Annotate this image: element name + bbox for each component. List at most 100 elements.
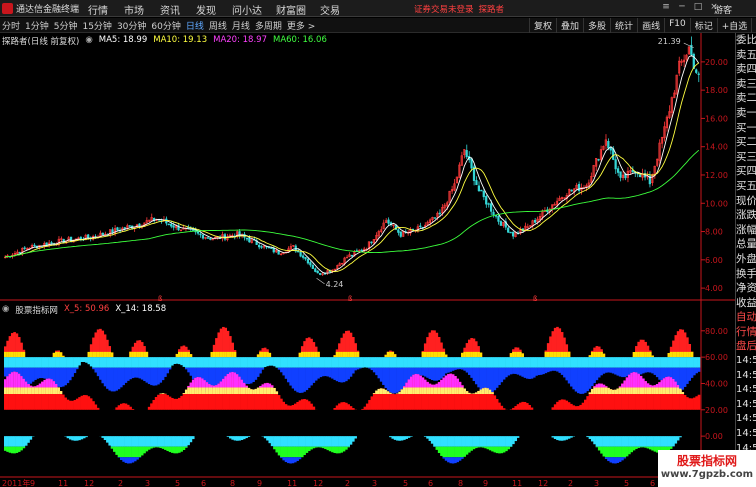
window-controls: ≡ ─ □ × — [660, 1, 720, 14]
period-tab[interactable]: 60分钟 — [151, 19, 180, 32]
indicator-bar — [122, 357, 125, 368]
indicator-bar — [676, 436, 680, 441]
side-panel-item[interactable]: 盘后 — [736, 339, 756, 354]
side-panel-item[interactable]: 自动 — [736, 310, 756, 325]
side-panel-item[interactable]: 14:50 — [736, 369, 756, 384]
toolbar-button[interactable]: 叠加 — [556, 18, 583, 33]
toolbar-button[interactable]: F10 — [664, 18, 690, 33]
period-tab[interactable]: 周线 — [209, 19, 227, 32]
side-panel-item[interactable]: 买四 — [736, 164, 756, 179]
side-panel-item[interactable]: 14:50 — [736, 412, 756, 427]
guest-label[interactable]: 游客 — [714, 3, 732, 16]
side-panel-item[interactable]: 涨跌 — [736, 208, 756, 223]
side-panel-item[interactable]: 外盘 — [736, 252, 756, 267]
side-panel-item[interactable]: 买一 — [736, 121, 756, 136]
time-axis-label: 12 — [84, 479, 94, 487]
settings-icon[interactable]: ◉ — [85, 35, 92, 47]
indicator-bar — [154, 436, 158, 447]
period-tab[interactable]: 更多 > — [287, 19, 315, 32]
indicator-bar — [451, 457, 455, 464]
indicator-bar — [437, 446, 441, 454]
indicator-bar — [642, 357, 645, 368]
menu-item-caifuquan[interactable]: 财富圈 — [276, 2, 320, 17]
toolbar-button[interactable]: 统计 — [610, 18, 637, 33]
indicator-bar — [117, 446, 121, 458]
menu-item-jiaoyi[interactable]: 交易 — [320, 2, 356, 17]
candle-body — [497, 215, 500, 222]
toolbar-button[interactable]: 画线 — [637, 18, 664, 33]
trade-login-status[interactable]: 证券交易未登录 — [414, 5, 474, 15]
indicator-bar — [175, 357, 179, 364]
indicator-bar — [493, 436, 497, 447]
indicator-bar — [616, 457, 620, 463]
indicator-bar — [437, 357, 441, 368]
period-tab[interactable]: 分时 — [2, 19, 20, 32]
side-panel-item[interactable]: 14:50 — [736, 427, 756, 442]
period-tab[interactable]: 日线 — [186, 19, 204, 32]
period-tab[interactable]: 5分钟 — [54, 19, 78, 32]
indicator-bar — [17, 446, 21, 452]
period-tab[interactable]: 月线 — [232, 19, 250, 32]
side-panel-item[interactable]: 卖五 — [736, 48, 756, 63]
side-panel-item[interactable]: 委比 — [736, 33, 756, 48]
indicator-bar — [514, 367, 518, 374]
indicator-bar — [632, 372, 636, 388]
indicator-bar — [642, 367, 645, 374]
price-tick-label: 10.00 — [705, 199, 728, 208]
toolbar-button[interactable]: 返回 — [751, 18, 756, 33]
kline-chart[interactable]: 20.0018.0016.0014.0012.0010.008.006.004.… — [0, 33, 735, 487]
menu-item-faxian[interactable]: 发现 — [196, 2, 232, 17]
side-panel-item[interactable]: 14:50 — [736, 398, 756, 413]
toolbar-button[interactable]: +自选 — [716, 18, 752, 33]
user-name[interactable]: 探路者 — [479, 5, 505, 15]
indicator-bar — [597, 436, 601, 447]
indicator-bar — [157, 436, 160, 447]
menu-item-zixun[interactable]: 资讯 — [160, 2, 196, 17]
side-panel-item[interactable]: 卖三 — [736, 77, 756, 92]
menu-item-shichang[interactable]: 市场 — [124, 2, 160, 17]
side-panel-item[interactable]: 换手 — [736, 267, 756, 282]
indicator-bar — [458, 357, 462, 368]
menu-item-hangqing[interactable]: 行情 — [88, 2, 124, 17]
side-panel-item[interactable]: 买二 — [736, 135, 756, 150]
minimize-icon[interactable]: ─ — [676, 1, 688, 14]
period-tab[interactable]: 多周期 — [255, 19, 282, 32]
side-panel-item[interactable]: 涨幅 — [736, 223, 756, 238]
side-panel-item[interactable]: 净资 — [736, 281, 756, 296]
side-panel-item[interactable]: 卖四 — [736, 62, 756, 77]
indicator-bar — [152, 367, 156, 386]
indicator-bar — [96, 357, 100, 368]
menu-item-wenxiaoda[interactable]: 问小达 — [232, 2, 276, 17]
indicator-bar — [305, 436, 309, 447]
period-tab[interactable]: 15分钟 — [82, 19, 111, 32]
login-notice[interactable]: 证券交易未登录 探路者 — [414, 3, 504, 15]
indicator-bar — [553, 357, 557, 368]
side-panel-item[interactable]: 收益 — [736, 296, 756, 311]
side-panel-item[interactable]: 总量 — [736, 237, 756, 252]
toolbar-button[interactable]: 标记 — [689, 18, 717, 33]
toolbar-button[interactable]: 多股 — [583, 18, 610, 33]
indicator-bar — [124, 403, 128, 410]
indicator-bar — [607, 387, 610, 394]
side-panel-item[interactable]: 卖二 — [736, 91, 756, 106]
period-tab[interactable]: 30分钟 — [117, 19, 146, 32]
maximize-icon[interactable]: □ — [692, 1, 704, 14]
side-panel-item[interactable]: 现价 — [736, 194, 756, 209]
indicator-bar — [588, 392, 592, 394]
side-panel-item[interactable]: 14:50 — [736, 383, 756, 398]
side-panel-item[interactable]: 14:50 — [736, 354, 756, 369]
menu-icon[interactable]: ≡ — [660, 1, 672, 14]
indicator-bar — [403, 387, 406, 394]
settings-icon[interactable]: ◉ — [2, 304, 9, 316]
side-panel-item[interactable]: 买三 — [736, 150, 756, 165]
indicator-bar — [648, 387, 652, 394]
period-tab[interactable]: 1分钟 — [25, 19, 49, 32]
side-panel-item[interactable]: 卖一 — [736, 106, 756, 121]
side-panel-item[interactable]: 行情 — [736, 325, 756, 340]
indicator-bar — [593, 387, 596, 394]
indicator-bar — [567, 402, 571, 410]
toolbar-button[interactable]: 复权 — [529, 18, 556, 33]
side-panel-item[interactable]: 买五 — [736, 179, 756, 194]
price-tick-label: 8.00 — [705, 228, 723, 237]
indicator-bar — [6, 376, 9, 388]
